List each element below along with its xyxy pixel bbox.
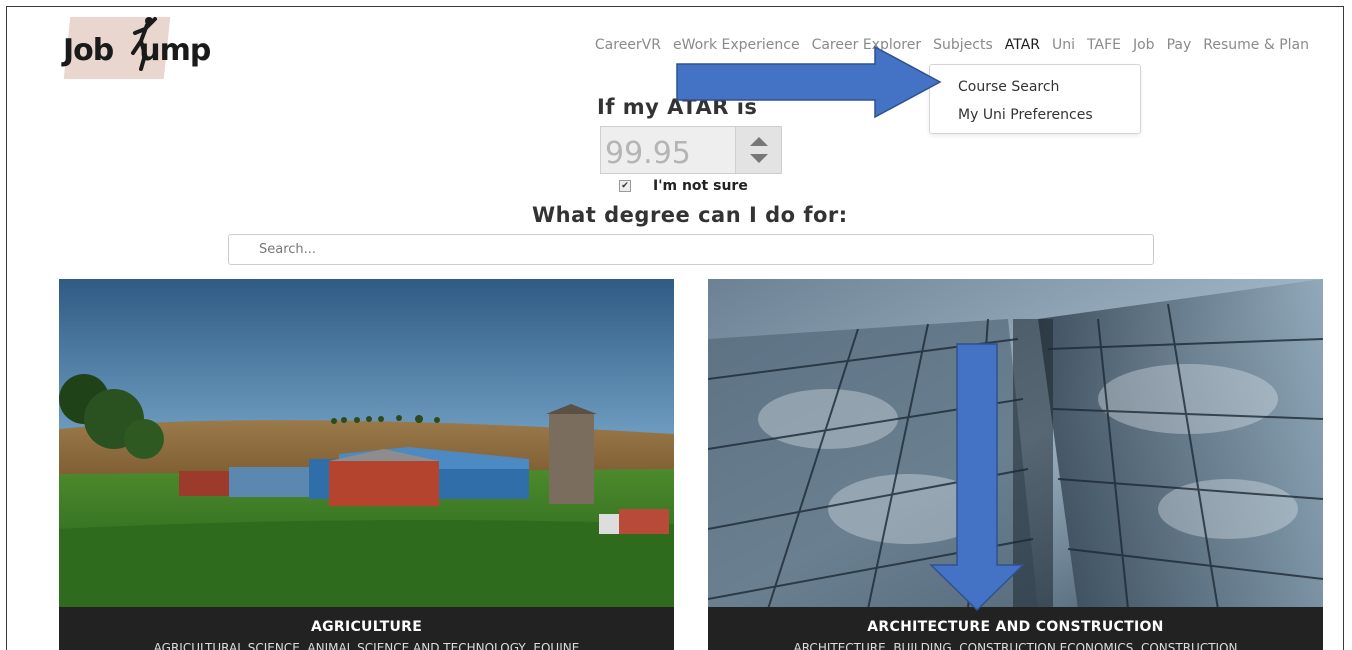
card-agriculture-title: AGRICULTURE [310,619,423,635]
jumping-person-icon [131,17,157,71]
nav-item-atar[interactable]: ATAR [999,37,1046,53]
stepper-up-icon[interactable] [749,137,768,146]
nav-item-job[interactable]: Job [1127,37,1161,53]
card-agriculture[interactable]: AGRICULTURE AGRICULTURAL SCIENCE, ANIMAL… [59,279,674,650]
card-architecture-caption: ARCHITECTURE AND CONSTRUCTION ARCHITECTU… [708,607,1323,650]
not-sure-checkbox[interactable]: ✔ [619,180,631,192]
dropdown-item-course-search[interactable]: Course Search [958,79,1059,95]
logo-text-left: Job [63,33,114,68]
card-architecture-subtitle: ARCHITECTURE, BUILDING, CONSTRUCTION ECO… [793,641,1238,650]
annotation-arrow-down [929,343,1025,612]
nav-item-tafe[interactable]: TAFE [1081,37,1127,53]
nav-item-pay[interactable]: Pay [1161,37,1198,53]
atar-number-input [600,126,782,174]
atar-value-field[interactable] [601,127,735,173]
not-sure-label: I'm not sure [653,178,748,194]
annotation-arrow-right [676,45,942,119]
card-agriculture-caption: AGRICULTURE AGRICULTURAL SCIENCE, ANIMAL… [59,607,674,650]
nav-item-resume-plan[interactable]: Resume & Plan [1197,37,1315,53]
nav-item-uni[interactable]: Uni [1046,37,1081,53]
degree-search-input[interactable] [228,234,1154,265]
atar-stepper [735,127,781,173]
degree-heading: What degree can I do for: [532,203,848,227]
atar-dropdown-menu: Course Search My Uni Preferences [929,64,1141,134]
nav-item-careervr[interactable]: CareerVR [589,37,667,53]
dropdown-item-my-uni-preferences[interactable]: My Uni Preferences [958,107,1093,123]
jobjump-logo[interactable]: Job ump [57,7,227,85]
not-sure-row: ✔ I'm not sure [619,178,748,194]
checkbox-check-icon: ✔ [621,181,629,191]
card-agriculture-subtitle: AGRICULTURAL SCIENCE, ANIMAL SCIENCE AND… [153,641,580,650]
farm-image [59,279,674,609]
stepper-down-icon[interactable] [749,154,768,163]
page-frame: Job ump CareerVR eWork Experience Career … [6,6,1344,650]
